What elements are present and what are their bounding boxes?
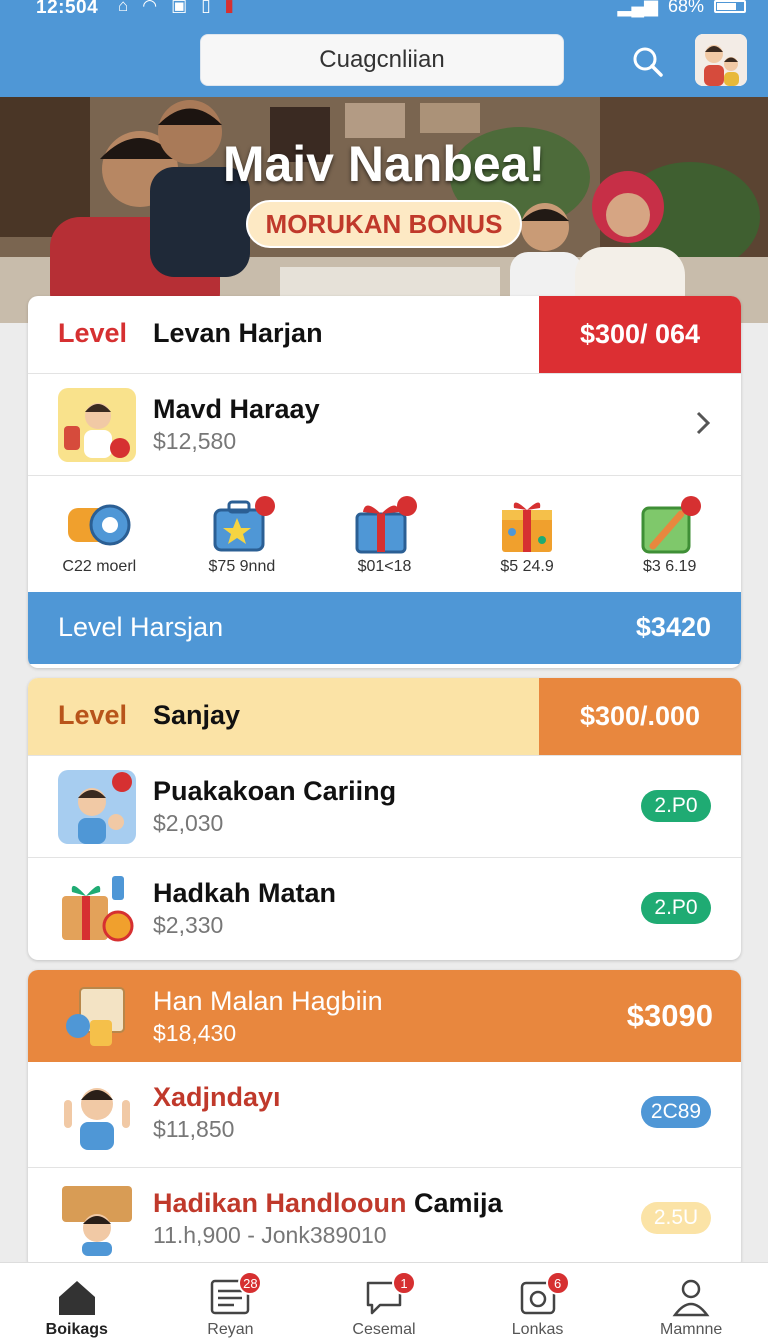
notification-icon: ⌂ xyxy=(118,0,129,15)
list-item[interactable]: Hadkah Matan $2,330 2.P0 xyxy=(28,858,741,960)
item-title: Hadkah Matan xyxy=(153,878,337,908)
nav-item-home[interactable]: Boikags xyxy=(0,1263,154,1344)
battery-icon xyxy=(714,0,746,13)
nav-item-profile[interactable]: Mamnne xyxy=(614,1263,768,1344)
gift-caption: $5 24.9 xyxy=(500,558,554,575)
item-title: Hadikan Handlooun Camija xyxy=(153,1188,503,1219)
nav-item-chat[interactable]: 1 Cesemal xyxy=(307,1263,461,1344)
list-item[interactable]: Xadjndayı $11,850 2C89 xyxy=(28,1062,741,1168)
nav-label: Cesemal xyxy=(352,1321,416,1338)
present-icon xyxy=(502,502,553,552)
summary-label: Level Harsjan xyxy=(58,612,224,642)
level-summary-bar[interactable]: Level Harsjan $3420 xyxy=(28,592,741,664)
section-amount: $3090 xyxy=(626,998,713,1033)
status-badge: 2.P0 xyxy=(641,790,711,822)
nav-item-camera[interactable]: 6 Lonkas xyxy=(461,1263,615,1344)
gift-item[interactable]: $5 24.9 xyxy=(456,476,599,592)
item-value: $12,580 xyxy=(153,428,237,454)
section-header[interactable]: Han Malan Hagbiin $18,430 $3090 xyxy=(28,970,741,1062)
app-header: 12:504 ⌂ ◠ ▣ ▯ ▮ ▂▄▆ 68% Cuagcnliian xyxy=(0,0,768,97)
notification-badge: 1 xyxy=(391,1271,416,1295)
alert-icon: ▮ xyxy=(224,0,234,15)
card-icon xyxy=(641,496,701,554)
item-title: Puakakoan Cariing xyxy=(153,776,397,806)
status-badge: 2.5U xyxy=(641,1202,711,1234)
search-text: Cuagcnliian xyxy=(319,46,445,73)
section-amount: $300/.000 xyxy=(539,678,741,755)
gift-item[interactable]: $01<18 xyxy=(313,476,456,592)
status-time: 12:504 xyxy=(36,0,99,18)
battery-percent: 68% xyxy=(667,0,704,16)
item-title: Xadjndayı xyxy=(153,1082,281,1112)
item-value: $2,030 xyxy=(153,810,224,836)
status-bar: 12:504 ⌂ ◠ ▣ ▯ ▮ ▂▄▆ 68% xyxy=(0,0,768,22)
section-amount: $300/ 064 xyxy=(539,296,741,373)
level-label: Level xyxy=(58,318,128,348)
level-section-1: Level Levan Harjan $300/ 064 Mavd Haraay… xyxy=(28,296,741,668)
search-icon[interactable] xyxy=(628,42,668,82)
status-right: ▂▄▆ 68% xyxy=(618,0,746,17)
nav-label: Lonkas xyxy=(511,1321,564,1338)
status-badge: 2C89 xyxy=(641,1096,711,1128)
status-icons: ⌂ ◠ ▣ ▯ ▮ xyxy=(118,0,234,16)
gift-box-icon xyxy=(355,496,418,554)
home-icon xyxy=(58,1281,95,1315)
notification-badge: 6 xyxy=(545,1271,570,1295)
item-title: Mavd Haraay xyxy=(153,394,320,424)
section-name: Levan Harjan xyxy=(153,318,323,348)
cartoon-avatar-icon xyxy=(58,1076,136,1150)
profile-icon xyxy=(672,1279,710,1317)
section-name: Sanjay xyxy=(153,700,241,730)
gift-item[interactable]: $3 6.19 xyxy=(598,476,741,592)
gift-row: C22 moerl $75 9nnd $01<18 $5 24.9 $3 6.1… xyxy=(28,476,741,592)
cartoon-avatar-icon xyxy=(58,1182,136,1256)
bottom-nav: Boikags 28 Reyan 1 Cesemal 6 Lonkas Mamn… xyxy=(0,1262,768,1344)
gift-caption: $75 9nnd xyxy=(208,558,276,575)
section-header: Level Levan Harjan $300/ 064 xyxy=(28,296,741,374)
list-item[interactable]: Mavd Haraay $12,580 xyxy=(28,374,741,476)
level-label: Level xyxy=(58,700,128,730)
wifi-icon: ◠ xyxy=(142,0,158,15)
sim-icon: ▯ xyxy=(201,0,211,15)
item-title-rest: Camija xyxy=(414,1188,503,1218)
nav-label: Reyan xyxy=(207,1321,254,1338)
gift-item[interactable]: C22 moerl xyxy=(28,476,171,592)
chevron-right-icon[interactable] xyxy=(693,408,713,438)
avatar[interactable] xyxy=(695,34,747,86)
gift-caption: $01<18 xyxy=(357,558,412,575)
bonus-button[interactable]: MORUKAN BONUS xyxy=(246,200,522,248)
hero-title: Maiv Nanbea! xyxy=(222,136,546,192)
list-item[interactable]: Puakakoan Cariing $2,030 2.P0 xyxy=(28,756,741,858)
gift-item[interactable]: $75 9nnd xyxy=(171,476,314,592)
search-input[interactable]: Cuagcnliian xyxy=(200,34,564,86)
box-icon xyxy=(60,980,136,1050)
item-title-highlight: Hadikan Handlooun xyxy=(153,1188,407,1218)
camera-roll-icon xyxy=(68,504,131,546)
summary-amount: $3420 xyxy=(635,612,711,642)
section-title: Han Malan Hagbiin xyxy=(153,986,383,1016)
gift-caption: $3 6.19 xyxy=(642,558,697,575)
item-value: 11.h,900 - Jonk389010 xyxy=(153,1222,387,1248)
notification-badge: 28 xyxy=(238,1271,263,1295)
level-section-3: Han Malan Hagbiin $18,430 $3090 Xadjnday… xyxy=(28,970,741,1270)
gift-caption: C22 moerl xyxy=(62,558,137,575)
item-value: $2,330 xyxy=(153,912,224,938)
section-header: Level Sanjay $300/.000 xyxy=(28,678,741,756)
status-badge: 2.P0 xyxy=(641,892,711,924)
section-subtitle: $18,430 xyxy=(153,1020,237,1046)
signal-icon: ▂▄▆ xyxy=(617,0,658,16)
item-value: $11,850 xyxy=(153,1116,235,1142)
list-item[interactable]: Hadikan Handlooun Camija 11.h,900 - Jonk… xyxy=(28,1168,741,1270)
gift-box-icon xyxy=(58,872,136,946)
cartoon-avatar-icon xyxy=(58,770,136,844)
level-section-2: Level Sanjay $300/.000 Puakakoan Cariing… xyxy=(28,678,741,960)
cartoon-avatar-icon xyxy=(58,388,136,462)
bag-icon xyxy=(213,496,275,552)
message-icon: ▣ xyxy=(171,0,188,15)
nav-label: Mamnne xyxy=(660,1321,723,1338)
nav-label: Boikags xyxy=(45,1321,108,1338)
nav-item-list[interactable]: 28 Reyan xyxy=(154,1263,308,1344)
